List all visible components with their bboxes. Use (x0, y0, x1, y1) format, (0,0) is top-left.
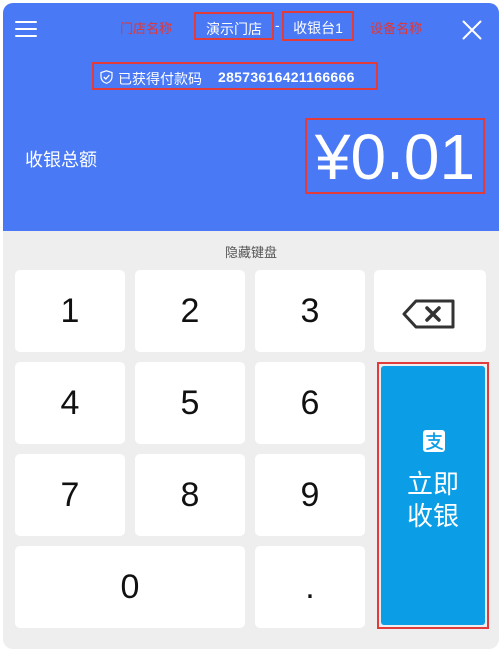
amount-box: ¥0.01 (305, 118, 485, 194)
device-name-box: 收银台1 (282, 11, 354, 41)
submit-label-line2: 收银 (406, 501, 459, 531)
key-3[interactable]: 3 (255, 270, 365, 352)
total-amount-label: 收银总额 (25, 150, 97, 170)
submit-highlight-box: 立即 收银 (377, 362, 489, 629)
menu-icon[interactable] (15, 21, 37, 39)
cashier-app: 门店名称 演示门店 - 收银台1 设备名称 已获得付款码 28573616421… (3, 3, 499, 649)
key-label: 9 (300, 476, 320, 514)
key-0[interactable]: 0 (15, 546, 245, 628)
backspace-icon (402, 299, 455, 329)
backspace-button[interactable] (374, 270, 486, 352)
key-decimal[interactable]: . (255, 546, 365, 628)
key-label: 3 (300, 292, 320, 330)
key-7[interactable]: 7 (15, 454, 125, 536)
store-name-annotation: 门店名称 (120, 21, 173, 36)
key-1[interactable]: 1 (15, 270, 125, 352)
key-5[interactable]: 5 (135, 362, 245, 444)
device-name: 收银台1 (293, 20, 343, 36)
submit-label: 立即 收银 (381, 468, 485, 532)
payment-code-value: 28573616421166666 (218, 69, 355, 85)
submit-label-line1: 立即 (406, 469, 459, 499)
header: 门店名称 演示门店 - 收银台1 设备名称 已获得付款码 28573616421… (3, 3, 499, 231)
key-9[interactable]: 9 (255, 454, 365, 536)
hide-keyboard-button[interactable]: 隐藏键盘 (3, 242, 499, 261)
device-name-annotation: 设备名称 (370, 21, 423, 36)
key-label: 7 (60, 476, 80, 514)
key-label: 0 (120, 568, 140, 606)
key-label: 2 (180, 292, 200, 330)
payment-code-label: 已获得付款码 (118, 71, 202, 87)
shield-check-icon (100, 70, 113, 84)
close-icon[interactable] (461, 19, 483, 41)
key-2[interactable]: 2 (135, 270, 245, 352)
key-label: 5 (180, 384, 200, 422)
key-label: 8 (180, 476, 200, 514)
alipay-icon (423, 430, 445, 452)
key-label: 4 (60, 384, 80, 422)
submit-payment-button[interactable]: 立即 收银 (381, 366, 485, 625)
payment-code-box: 已获得付款码 28573616421166666 (92, 62, 378, 90)
key-label: . (305, 568, 315, 606)
title-separator: - (275, 17, 280, 33)
key-label: 1 (60, 292, 80, 330)
key-6[interactable]: 6 (255, 362, 365, 444)
key-label: 6 (300, 384, 320, 422)
store-name: 演示门店 (206, 21, 262, 37)
key-8[interactable]: 8 (135, 454, 245, 536)
store-name-box: 演示门店 (194, 12, 274, 40)
total-amount: ¥0.01 (314, 121, 476, 193)
key-4[interactable]: 4 (15, 362, 125, 444)
